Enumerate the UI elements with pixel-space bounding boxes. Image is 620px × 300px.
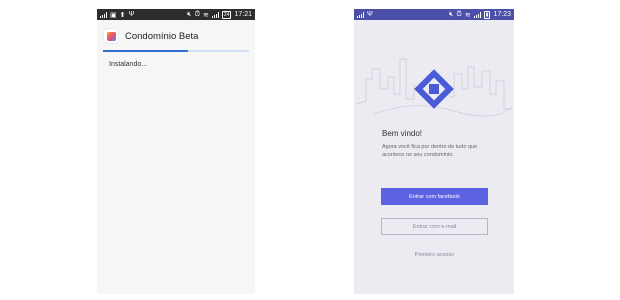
cell-signal-icon — [211, 11, 219, 18]
app-logo-icon — [414, 69, 454, 109]
welcome-title: Bem vindo! — [382, 129, 423, 138]
facebook-login-button[interactable]: Entrar com facebook — [381, 188, 488, 205]
app-icon — [104, 29, 118, 43]
signal-icon — [357, 11, 364, 18]
alarm-icon: ⏰︎ — [194, 10, 201, 18]
battery-icon: 24 — [221, 10, 232, 19]
installer-header: Condomínio Beta — [97, 20, 255, 46]
mute-icon: 🔇︎ — [187, 10, 192, 18]
login-screen: Ψ 🔇︎ ⏰︎ ≋ ▮ 17:23 Bem vindo! Agora você … — [354, 9, 514, 294]
status-bar: Ψ 🔇︎ ⏰︎ ≋ ▮ 17:23 — [354, 9, 514, 20]
wifi-icon: ≋ — [464, 11, 471, 19]
mute-icon: 🔇︎ — [448, 10, 454, 18]
download-icon: ⬆ — [119, 11, 126, 19]
first-access-link[interactable]: Primeiro acesso — [381, 252, 488, 258]
status-bar: ▣ ⬆ Ψ 🔇︎ ⏰︎ ≋ 24 17:21 — [97, 9, 255, 20]
email-login-button[interactable]: Entrar com e-mail — [381, 218, 488, 235]
cell-signal-icon — [473, 11, 481, 18]
status-time: 17:21 — [234, 11, 252, 18]
wifi-icon: ≋ — [203, 11, 209, 19]
city-skyline-illustration — [355, 58, 513, 117]
install-progress-fill — [103, 50, 188, 52]
app-title: Condomínio Beta — [125, 30, 199, 42]
install-progress-bar — [103, 50, 249, 52]
battery-icon: ▮ — [483, 10, 491, 19]
alarm-icon: ⏰︎ — [456, 10, 462, 18]
image-icon: ▣ — [110, 11, 117, 19]
status-time: 17:23 — [493, 11, 511, 18]
usb-icon: Ψ — [128, 11, 135, 18]
signal-icon — [100, 11, 107, 18]
installer-screen: ▣ ⬆ Ψ 🔇︎ ⏰︎ ≋ 24 17:21 Condomínio Beta I… — [97, 9, 255, 294]
usb-icon: Ψ — [367, 11, 373, 18]
welcome-description: Agora você fica por dentro de tudo que a… — [382, 144, 478, 158]
install-status: Instalando... — [109, 61, 148, 68]
